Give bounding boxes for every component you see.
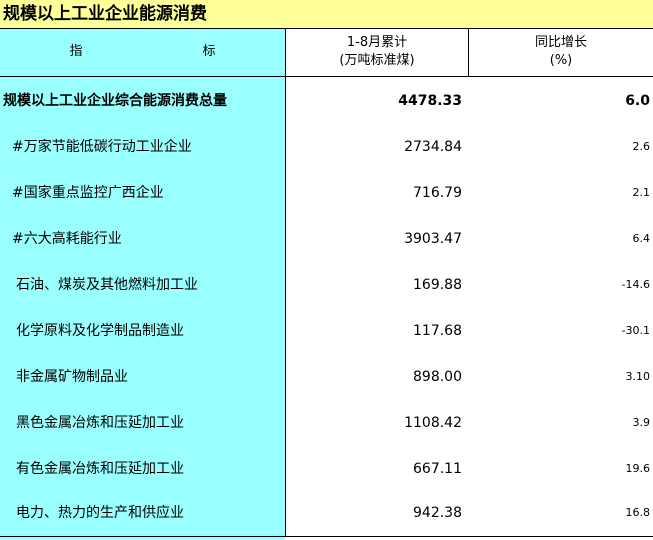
table-row: 有色金属冶炼和压延加工业 667.11 19.6 <box>0 446 653 492</box>
row-name: 规模以上工业企业综合能源消费总量 <box>3 93 227 109</box>
header-yoy: 同比增长 (%) <box>469 28 653 76</box>
row-name: 非金属矿物制品业 <box>16 369 128 385</box>
row-value: 716.79 <box>413 185 462 201</box>
row-name: #国家重点监控广西企业 <box>12 185 164 201</box>
row-name: 电力、热力的生产和供应业 <box>16 505 184 521</box>
row-name: 黑色金属冶炼和压延加工业 <box>16 415 184 431</box>
row-yoy: 16.8 <box>625 506 651 519</box>
table-row: 石油、煤炭及其他燃料加工业 169.88 -14.6 <box>0 262 653 308</box>
header-cumulative-label: 1-8月累计 <box>346 35 408 50</box>
header-indicator: 指标 <box>0 28 285 76</box>
row-yoy: 19.6 <box>625 462 651 475</box>
table-row: #万家节能低碳行动工业企业 2734.84 2.6 <box>0 124 653 170</box>
row-value: 667.11 <box>413 461 462 477</box>
row-value: 1108.42 <box>404 415 462 431</box>
header-yoy-label: 同比增长 <box>534 35 587 50</box>
row-name: 石油、煤炭及其他燃料加工业 <box>16 277 198 293</box>
row-value: 3903.47 <box>404 231 462 247</box>
table-row: 非金属矿物制品业 898.00 3.10 <box>0 354 653 400</box>
row-yoy: 2.1 <box>632 186 651 199</box>
row-value: 898.00 <box>413 369 462 385</box>
header-indicator-left: 指 <box>69 44 83 59</box>
table-row: #国家重点监控广西企业 716.79 2.1 <box>0 170 653 216</box>
row-value: 2734.84 <box>404 139 462 155</box>
row-yoy: 6.4 <box>632 232 651 245</box>
divider <box>0 76 653 77</box>
table-row: 电力、热力的生产和供应业 942.38 16.8 <box>0 490 653 536</box>
row-yoy: -30.1 <box>621 324 650 337</box>
table-row: 规模以上工业企业综合能源消费总量 4478.33 6.0 <box>0 78 653 124</box>
row-name: 有色金属冶炼和压延加工业 <box>16 461 184 477</box>
row-yoy: 3.9 <box>632 416 651 429</box>
table-title: 规模以上工业企业能源消费 <box>0 0 653 28</box>
table-row: 黑色金属冶炼和压延加工业 1108.42 3.9 <box>0 400 653 446</box>
row-yoy: 6.0 <box>625 93 650 109</box>
row-value: 4478.33 <box>398 93 462 109</box>
header-cumulative: 1-8月累计 (万吨标准煤) <box>286 28 468 76</box>
row-name: #万家节能低碳行动工业企业 <box>12 139 192 155</box>
row-name: 化学原料及化学制品制造业 <box>16 323 184 339</box>
header-cumulative-unit: (万吨标准煤) <box>339 53 415 68</box>
table-row: 化学原料及化学制品制造业 117.68 -30.1 <box>0 308 653 354</box>
header-yoy-unit: (%) <box>549 53 573 68</box>
row-yoy: 2.6 <box>632 140 651 153</box>
divider <box>0 536 653 537</box>
table-row: #六大高耗能行业 3903.47 6.4 <box>0 216 653 262</box>
row-value: 169.88 <box>413 277 462 293</box>
row-yoy: 3.10 <box>625 370 651 383</box>
row-value: 942.38 <box>413 505 462 521</box>
header-indicator-right: 标 <box>202 44 216 59</box>
row-name: #六大高耗能行业 <box>12 231 122 247</box>
row-value: 117.68 <box>413 323 462 339</box>
row-yoy: -14.6 <box>621 278 650 291</box>
